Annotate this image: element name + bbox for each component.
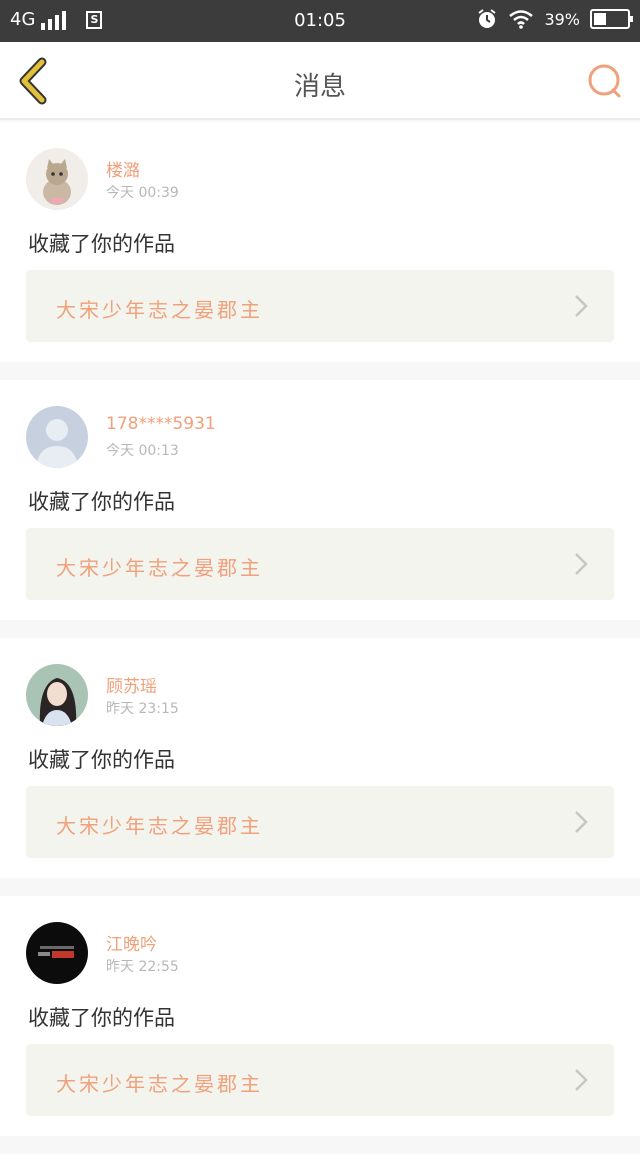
action-text: 收藏了你的作品 <box>28 748 175 772</box>
status-bar: 4G S 01:05 39% <box>0 0 640 42</box>
top-nav-bar: 消息 <box>0 42 640 120</box>
action-text: 收藏了你的作品 <box>28 1006 175 1030</box>
work-link[interactable]: 大宋少年志之晏郡主 <box>26 786 614 858</box>
username[interactable]: 178****5931 <box>106 414 216 434</box>
status-right: 39% <box>476 8 633 30</box>
work-link[interactable]: 大宋少年志之晏郡主 <box>26 1044 614 1116</box>
message-item: 顾苏瑶 昨天 23:15 收藏了你的作品 大宋少年志之晏郡主 <box>0 638 640 878</box>
message-time: 昨天 23:15 <box>106 701 179 717</box>
girl-photo-avatar[interactable] <box>26 664 88 726</box>
default-user-avatar[interactable] <box>26 406 88 468</box>
message-item: 178****5931 今天 00:13 收藏了你的作品 大宋少年志之晏郡主 <box>0 380 640 620</box>
chevron-right-icon <box>575 1069 588 1091</box>
chevron-right-icon <box>575 553 588 575</box>
username[interactable]: 楼潞 <box>106 156 140 181</box>
kitten-avatar[interactable] <box>26 148 88 210</box>
chevron-right-icon <box>575 295 588 317</box>
alarm-icon <box>478 9 497 28</box>
work-title: 大宋少年志之晏郡主 <box>56 298 263 322</box>
search-button[interactable] <box>586 62 624 100</box>
work-link[interactable]: 大宋少年志之晏郡主 <box>26 270 614 342</box>
message-item: 楼潞 今天 00:39 收藏了你的作品 大宋少年志之晏郡主 <box>0 122 640 362</box>
page-title: 消息 <box>293 72 346 102</box>
message-time: 昨天 22:55 <box>106 959 179 975</box>
work-title: 大宋少年志之晏郡主 <box>56 1072 263 1096</box>
wifi-icon <box>509 10 534 29</box>
battery-fill <box>594 13 606 25</box>
work-link[interactable]: 大宋少年志之晏郡主 <box>26 528 614 600</box>
action-text: 收藏了你的作品 <box>28 490 175 514</box>
message-list: 楼潞 今天 00:39 收藏了你的作品 大宋少年志之晏郡主 178****593… <box>0 122 640 1154</box>
work-title: 大宋少年志之晏郡主 <box>56 556 263 580</box>
battery-percent: 39% <box>544 9 580 29</box>
message-time: 今天 00:13 <box>106 443 179 459</box>
battery-icon <box>590 9 633 29</box>
work-title: 大宋少年志之晏郡主 <box>56 814 263 838</box>
message-time: 今天 00:39 <box>106 185 179 201</box>
black-logo-avatar[interactable] <box>26 922 88 984</box>
username[interactable]: 顾苏瑶 <box>106 672 157 697</box>
action-text: 收藏了你的作品 <box>28 232 175 256</box>
message-item: 江晚吟 昨天 22:55 收藏了你的作品 大宋少年志之晏郡主 <box>0 896 640 1136</box>
username[interactable]: 江晚吟 <box>106 930 157 955</box>
chevron-right-icon <box>575 811 588 833</box>
